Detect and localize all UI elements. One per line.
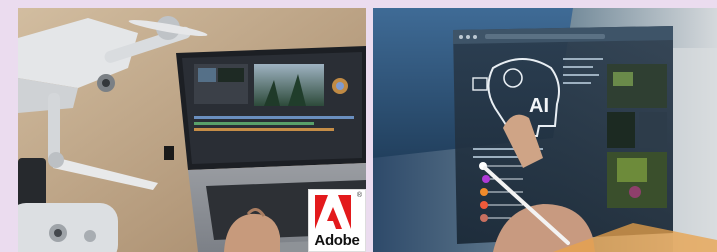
list-dot-icon: [482, 175, 490, 183]
address-bar: [485, 34, 605, 39]
thumbnail-tile: [639, 112, 667, 148]
registered-trademark-mark: ®: [356, 192, 362, 199]
adobe-wordmark: Adobe: [314, 232, 360, 249]
adobe-badge: ® Adobe: [308, 189, 366, 252]
window-dot-icon: [466, 35, 470, 39]
photo-ai-hologram-scene: AI: [373, 8, 717, 252]
list-dot-icon: [480, 201, 488, 209]
photo-drone-laptop-editing: ® Adobe: [18, 8, 366, 252]
adobe-logo-icon: [315, 195, 351, 229]
sd-card-image: [164, 146, 174, 160]
thumbnail-tile: [607, 112, 635, 148]
photo-ai-interface: AI: [373, 8, 717, 252]
image-strip: ® Adobe AI: [0, 0, 717, 252]
list-dot-icon: [480, 214, 488, 222]
window-dot-icon: [473, 35, 477, 39]
window-dot-icon: [459, 35, 463, 39]
ai-overlay-label: AI: [529, 95, 549, 117]
list-dot-icon: [480, 188, 488, 196]
